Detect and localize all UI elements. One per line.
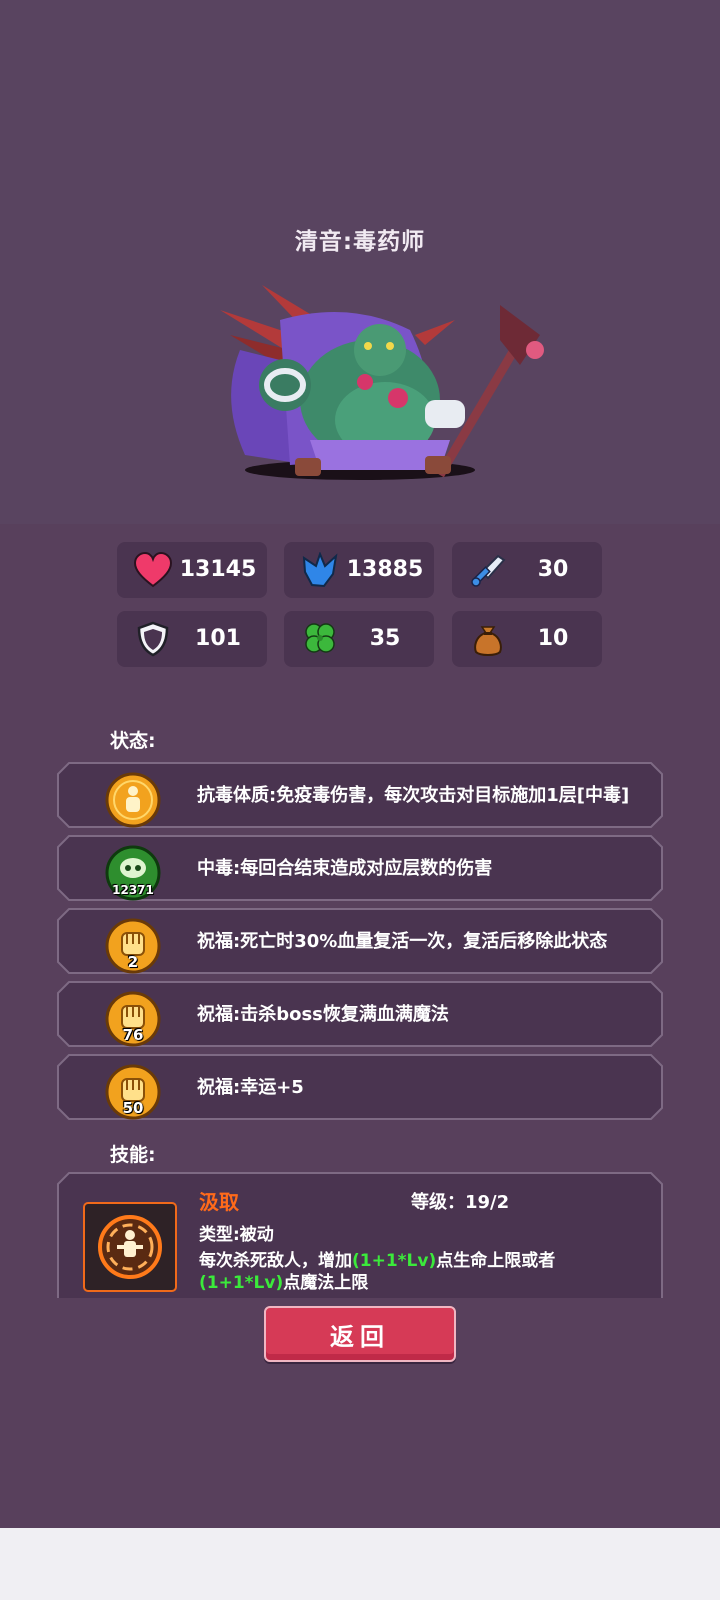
skill-type: 类型:被动 [199, 1225, 274, 1245]
hero-sprite [220, 285, 544, 480]
stat-defense: 101 [117, 611, 267, 667]
stat-luck: 35 [284, 611, 434, 667]
hero-panel: 清音:毒药师 [0, 0, 720, 524]
status-item: 12371 中毒:每回合结束造成对应层数的伤害 [57, 835, 663, 901]
money-bag-icon [474, 626, 502, 656]
stat-value: 13145 [179, 557, 257, 582]
status-text: 中毒:每回合结束造成对应层数的伤害 [197, 857, 493, 879]
stat-attack: 30 [452, 542, 602, 598]
status-item: 2 祝福:死亡时30%血量复活一次，复活后移除此状态 [57, 908, 663, 974]
status-item: 抗毒体质:免疫毒伤害，每次攻击对目标施加1层[中毒] [57, 762, 663, 828]
status-section-label: 状态: [110, 730, 156, 752]
stat-value: 101 [195, 626, 241, 651]
sword-icon [471, 554, 506, 587]
hero-title: 清音:毒药师 [294, 229, 426, 255]
immunity-person-icon [105, 772, 161, 828]
back-button[interactable]: 返回 [264, 1306, 456, 1362]
shield-icon [137, 621, 169, 657]
clover-icon [305, 623, 335, 653]
blessing-fist-icon: 50 [105, 1064, 161, 1120]
status-text: 抗毒体质:免疫毒伤害，每次攻击对目标施加1层[中毒] [197, 784, 630, 806]
blessing-fist-icon: 76 [105, 991, 161, 1047]
stat-value: 30 [537, 557, 569, 582]
stat-mp: 13885 [284, 542, 434, 598]
stat-value: 35 [369, 626, 401, 651]
skill-level: 等级：19/2 [411, 1192, 510, 1213]
status-text: 祝福:幸运+5 [197, 1076, 304, 1098]
blessing-fist-icon: 2 [105, 918, 161, 974]
status-text: 祝福:击杀boss恢复满血满魔法 [197, 1003, 449, 1025]
stat-value: 13885 [346, 557, 424, 582]
skills-section-label: 技能: [110, 1144, 156, 1166]
mana-crystal-icon [302, 552, 338, 588]
skill-item: 汲取 等级：19/2 类型:被动 每次杀死敌人，增加(1+1*Lv)点生命上限或… [57, 1172, 663, 1298]
stat-hp: 13145 [117, 542, 267, 598]
character-detail-screen: 清音:毒药师 13145 13885 30 101 35 10 状态: 抗毒体质… [0, 0, 720, 1528]
absorb-skill-icon [83, 1202, 177, 1292]
heart-icon [133, 552, 173, 588]
skill-name: 汲取 [199, 1190, 239, 1214]
status-item: 50 祝福:幸运+5 [57, 1054, 663, 1120]
stat-value: 10 [537, 626, 569, 651]
poison-skull-icon: 12371 [105, 845, 161, 901]
skill-description: 每次杀死敌人，增加(1+1*Lv)点生命上限或者(1+1*Lv)点魔法上限 [199, 1251, 556, 1293]
status-item: 76 祝福:击杀boss恢复满血满魔法 [57, 981, 663, 1047]
stat-gold: 10 [452, 611, 602, 667]
status-text: 祝福:死亡时30%血量复活一次，复活后移除此状态 [197, 930, 608, 952]
